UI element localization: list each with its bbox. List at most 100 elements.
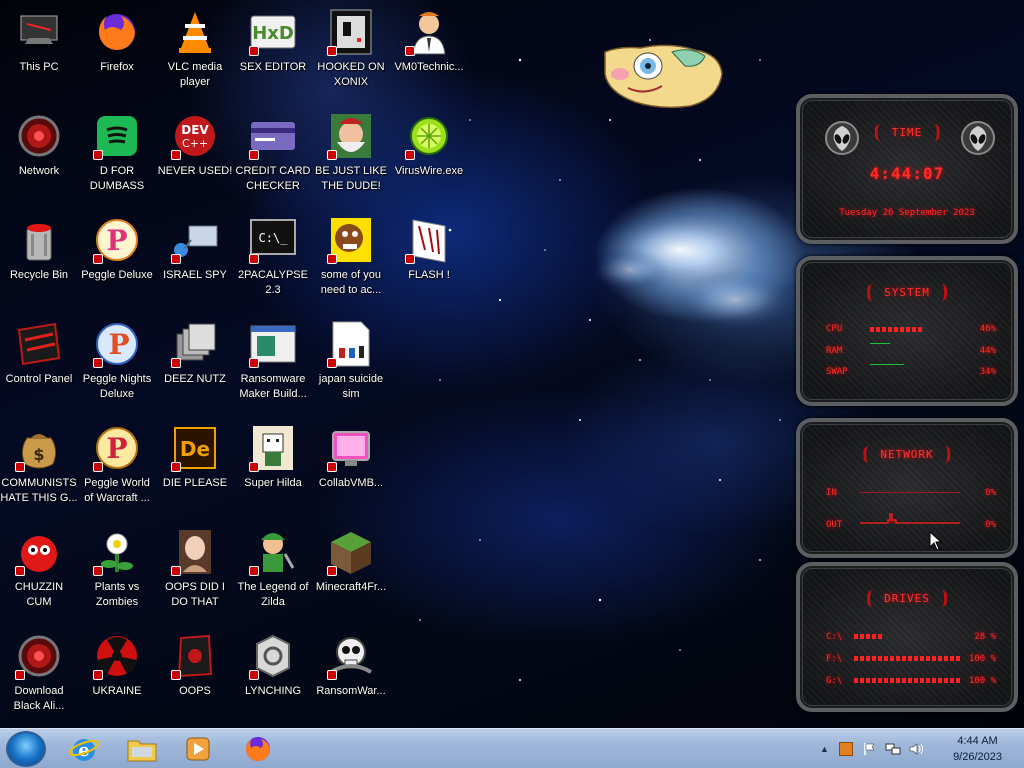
- desktop-icon-sex-editor[interactable]: HxD SEX EDITOR: [234, 2, 312, 106]
- net-in-value: 0%: [985, 488, 996, 498]
- desktop-icon-be-just-like-the-dude[interactable]: BE JUST LIKE THE DUDE!: [312, 106, 390, 210]
- desktop-icon-vlc[interactable]: VLC media player: [156, 2, 234, 106]
- desktop-icon-minecraft4fr[interactable]: Minecraft4Fr...: [312, 522, 390, 626]
- net-out-label: OUT: [826, 520, 843, 530]
- cpu-label: CPU: [826, 324, 843, 334]
- svg-text:P: P: [106, 224, 127, 257]
- desktop-icon-super-hilda[interactable]: Super Hilda: [234, 418, 312, 522]
- desktop-icon-deez-nutz[interactable]: DEEZ NUTZ: [156, 314, 234, 418]
- mouse-cursor: [929, 531, 943, 551]
- tray-app-icon[interactable]: [838, 742, 853, 756]
- svg-text:DEV: DEV: [181, 123, 209, 137]
- desktop-icon-vm0technic[interactable]: VM0Technic...: [390, 2, 468, 106]
- desktop-icon-this-pc[interactable]: This PC: [0, 2, 78, 106]
- desktop-icon-label: Super Hilda: [244, 477, 302, 489]
- ram-bar: [870, 343, 890, 344]
- desktop-icon-firefox[interactable]: Firefox: [78, 2, 156, 106]
- time-gadget[interactable]: TIME 4:44:07 Tuesday 26 September 2023: [796, 94, 1018, 244]
- system-gadget-title: SYSTEM: [867, 284, 947, 301]
- desktop-icon-label: VirusWire.exe: [394, 165, 464, 177]
- system-gadget[interactable]: SYSTEM CPU 46% RAM 44% SWAP 34%: [796, 256, 1018, 406]
- shortcut-arrow-icon: [405, 254, 415, 264]
- desktop-icon-peggle-deluxe[interactable]: P Peggle Deluxe: [78, 210, 156, 314]
- download-black-ali-icon: [15, 632, 63, 680]
- japan-suicide-sim-icon: [327, 320, 375, 368]
- taskbar-date: 9/26/2023: [953, 751, 1002, 763]
- desktop-icon-network[interactable]: Network: [0, 106, 78, 210]
- desktop-icon-ukraine[interactable]: UKRAINE: [78, 626, 156, 730]
- desktop-icon-viruswire[interactable]: VirusWire.exe: [390, 106, 468, 210]
- desktop-icon-communists[interactable]: $ COMMUNISTS HATE THIS G...: [0, 418, 78, 522]
- sex-editor-icon: HxD: [249, 8, 297, 56]
- desktop-icon-lynching[interactable]: LYNCHING: [234, 626, 312, 730]
- desktop-icon-israel-spy[interactable]: ISRAEL SPY: [156, 210, 234, 314]
- desktop-icon-label: COMMUNISTS HATE THIS G...: [0, 477, 78, 504]
- desktop-icon-label: CollabVMB...: [318, 477, 384, 489]
- ransomwar-icon: [327, 632, 375, 680]
- network-tray-icon[interactable]: [885, 742, 901, 756]
- deez-nutz-icon: [171, 320, 219, 368]
- desktop-icon-credit-card-checker[interactable]: CREDIT CARD CHECKER: [234, 106, 312, 210]
- shortcut-arrow-icon: [405, 150, 415, 160]
- shortcut-arrow-icon: [93, 150, 103, 160]
- desktop-icon-plants-vs-zombies[interactable]: Plants vs Zombies: [78, 522, 156, 626]
- firefox-icon: [246, 737, 270, 761]
- gadget-clock: 4:44:07: [869, 164, 945, 183]
- taskbar: e ▲ 4:44 AM 9/26/2023: [0, 728, 1024, 768]
- desktop-icon-oops[interactable]: OOPS: [156, 626, 234, 730]
- desktop-icon-d-for-dumbass[interactable]: D FOR DUMBASS: [78, 106, 156, 210]
- svg-text:$: $: [33, 445, 44, 464]
- flash-icon: [405, 216, 453, 264]
- taskbar-clock[interactable]: 4:44 AM 9/26/2023: [953, 733, 1002, 765]
- file-explorer-taskbar-button[interactable]: [114, 731, 170, 767]
- desktop-icon-chuzzin-cum[interactable]: CHUZZIN CUM: [0, 522, 78, 626]
- action-center-flag-icon[interactable]: [863, 742, 877, 756]
- drives-gadget[interactable]: DRIVES C:\ 28 % F:\ 100 % G:\ 100 %: [796, 562, 1018, 712]
- start-button[interactable]: [6, 731, 46, 767]
- desktop-icon-label: Network: [18, 165, 60, 177]
- recycle-bin-icon: [15, 216, 63, 264]
- media-player-taskbar-button[interactable]: [170, 731, 226, 767]
- internet-explorer-taskbar-button[interactable]: e: [56, 731, 112, 767]
- desktop-icon-some-of-you[interactable]: some of you need to ac...: [312, 210, 390, 314]
- desktop-icon-label: 2PACALYPSE 2.3: [238, 269, 308, 296]
- desktop-icon-ransomware-maker[interactable]: Ransomware Maker Build...: [234, 314, 312, 418]
- peggle-deluxe-icon: P: [93, 216, 141, 264]
- firefox-icon: [93, 8, 141, 56]
- show-hidden-icons-icon[interactable]: ▲: [820, 744, 829, 754]
- shortcut-arrow-icon: [327, 462, 337, 472]
- hooked-on-xonix-icon: [327, 8, 375, 56]
- shortcut-arrow-icon: [171, 150, 181, 160]
- desktop-icon-peggle-nights[interactable]: P Peggle Nights Deluxe: [78, 314, 156, 418]
- desktop-icon-legend-of-zilda[interactable]: The Legend of Zilda: [234, 522, 312, 626]
- desktop-icon-collabvmb[interactable]: CollabVMB...: [312, 418, 390, 522]
- desktop-icon-hooked-on-xonix[interactable]: HOOKED ON XONIX: [312, 2, 390, 106]
- desktop-icon-never-used[interactable]: DEV C++ NEVER USED!: [156, 106, 234, 210]
- desktop-icon-peggle-world[interactable]: P Peggle World of Warcraft ...: [78, 418, 156, 522]
- desktop-icon-flash[interactable]: FLASH !: [390, 210, 468, 314]
- desktop-icon-japan-suicide-sim[interactable]: japan suicide sim: [312, 314, 390, 418]
- shortcut-arrow-icon: [93, 566, 103, 576]
- peggle-nights-icon: P: [93, 320, 141, 368]
- vm0technic-icon: [405, 8, 453, 56]
- firefox-taskbar-button[interactable]: [230, 731, 286, 767]
- some-of-you-icon: [327, 216, 375, 264]
- desktop-icon-download-black-ali[interactable]: Download Black Ali...: [0, 626, 78, 730]
- desktop-icon-label: OOPS: [179, 685, 211, 697]
- network-gadget[interactable]: NETWORK IN 0% OUT 0%: [796, 418, 1018, 558]
- desktop-icon-control-panel[interactable]: Control Panel: [0, 314, 78, 418]
- shortcut-arrow-icon: [249, 358, 259, 368]
- desktop-icon-label: HOOKED ON XONIX: [317, 61, 385, 88]
- desktop-icon-label: Control Panel: [5, 373, 73, 385]
- desktop-icon-die-please[interactable]: De DIE PLEASE: [156, 418, 234, 522]
- chuzzin-cum-icon: [15, 528, 63, 576]
- desktop-icon-2pacalypse[interactable]: C:\_ 2PACALYPSE 2.3: [234, 210, 312, 314]
- desktop-icon-oops-did-i[interactable]: OOPS DID I DO THAT: [156, 522, 234, 626]
- shortcut-arrow-icon: [327, 358, 337, 368]
- shortcut-arrow-icon: [15, 670, 25, 680]
- volume-icon[interactable]: [909, 742, 925, 756]
- minecraft4fr-icon: [327, 528, 375, 576]
- desktop-icon-label: japan suicide sim: [318, 373, 384, 400]
- desktop-icon-ransomwar[interactable]: RansomWar...: [312, 626, 390, 730]
- desktop-icon-recycle-bin[interactable]: Recycle Bin: [0, 210, 78, 314]
